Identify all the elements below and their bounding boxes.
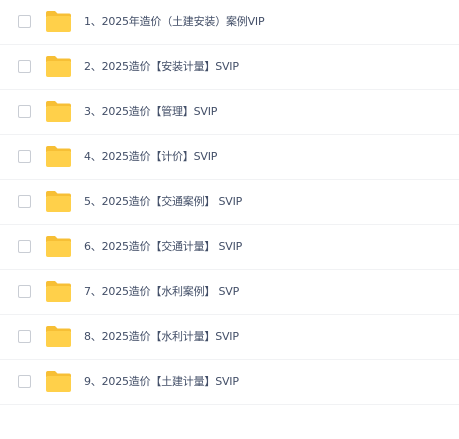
row-checkbox[interactable] (18, 15, 31, 28)
file-name[interactable]: 9、2025造价【土建计量】SVIP (84, 374, 239, 389)
file-row[interactable]: 7、2025造价【水利案例】 SVP (0, 270, 459, 315)
file-row[interactable]: 1、2025年造价（土建安装）案例VIP (0, 0, 459, 45)
folder-icon (45, 190, 72, 213)
row-checkbox[interactable] (18, 195, 31, 208)
file-row[interactable]: 6、2025造价【交通计量】 SVIP (0, 225, 459, 270)
file-name[interactable]: 2、2025造价【安装计量】SVIP (84, 59, 239, 74)
file-name[interactable]: 5、2025造价【交通案例】 SVIP (84, 194, 242, 209)
file-row[interactable]: 3、2025造价【管理】SVIP (0, 90, 459, 135)
folder-icon (45, 280, 72, 303)
folder-icon (45, 370, 72, 393)
row-checkbox[interactable] (18, 330, 31, 343)
file-name[interactable]: 3、2025造价【管理】SVIP (84, 104, 217, 119)
file-list: 1、2025年造价（土建安装）案例VIP 2、2025造价【安装计量】SVIP … (0, 0, 459, 439)
file-row[interactable]: 2、2025造价【安装计量】SVIP (0, 45, 459, 90)
file-name[interactable]: 4、2025造价【计价】SVIP (84, 149, 217, 164)
file-row[interactable]: 9、2025造价【土建计量】SVIP (0, 360, 459, 405)
file-name[interactable]: 8、2025造价【水利计量】SVIP (84, 329, 239, 344)
file-row[interactable]: 8、2025造价【水利计量】SVIP (0, 315, 459, 360)
row-checkbox[interactable] (18, 150, 31, 163)
file-name[interactable]: 6、2025造价【交通计量】 SVIP (84, 239, 242, 254)
row-checkbox[interactable] (18, 105, 31, 118)
folder-icon (45, 10, 72, 33)
row-checkbox[interactable] (18, 240, 31, 253)
folder-icon (45, 145, 72, 168)
file-row[interactable]: 4、2025造价【计价】SVIP (0, 135, 459, 180)
row-checkbox[interactable] (18, 285, 31, 298)
folder-icon (45, 100, 72, 123)
file-row[interactable]: 5、2025造价【交通案例】 SVIP (0, 180, 459, 225)
folder-icon (45, 235, 72, 258)
row-checkbox[interactable] (18, 60, 31, 73)
folder-icon (45, 55, 72, 78)
row-checkbox[interactable] (18, 375, 31, 388)
file-name[interactable]: 1、2025年造价（土建安装）案例VIP (84, 14, 265, 29)
file-name[interactable]: 7、2025造价【水利案例】 SVP (84, 284, 239, 299)
folder-icon (45, 325, 72, 348)
